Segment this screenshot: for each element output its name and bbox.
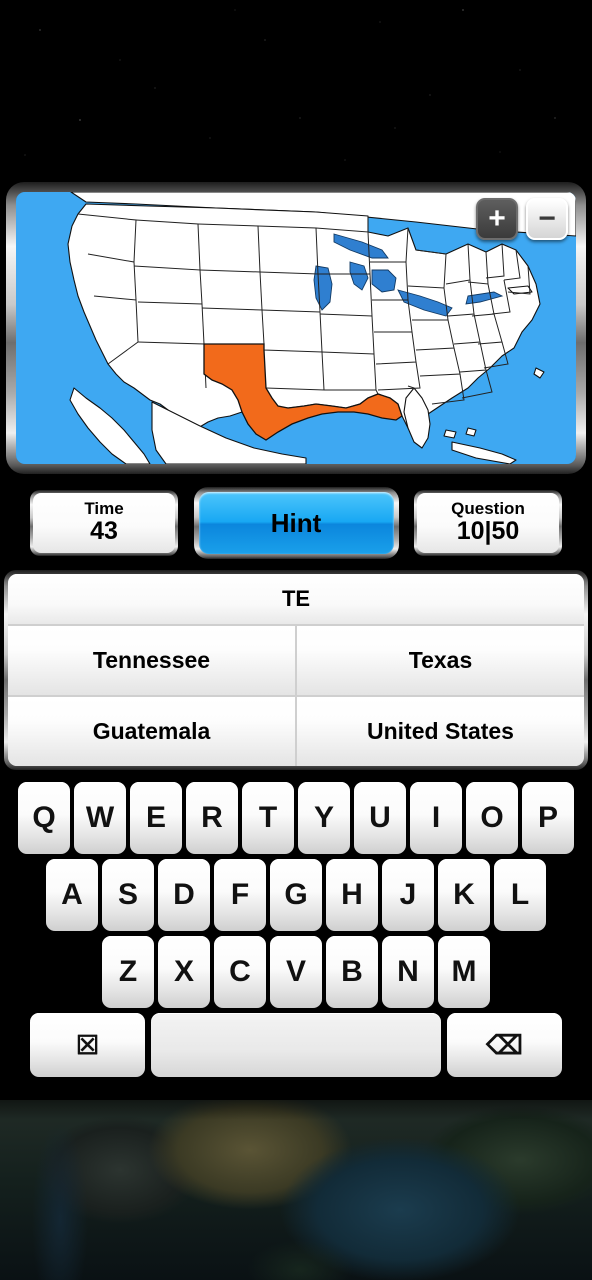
key-g[interactable]: G — [270, 859, 322, 931]
earth-background — [0, 1100, 592, 1280]
typed-answer-display[interactable]: TE — [8, 574, 584, 624]
key-h[interactable]: H — [326, 859, 378, 931]
quiz-app: + − Time 43 Hint Question 10|50 TE Tenne… — [0, 0, 592, 1280]
time-value: 43 — [90, 517, 118, 546]
on-screen-keyboard[interactable]: Q W E R T Y U I O P A S D F G H J K L Z … — [0, 782, 592, 1100]
answer-panel: TE Tennessee Texas Guatemala United Stat… — [4, 570, 588, 770]
map-zoom-controls[interactable]: + − — [476, 198, 568, 240]
space-key[interactable] — [151, 1013, 441, 1077]
keyboard-row-1: Q W E R T Y U I O P — [0, 782, 592, 854]
key-v[interactable]: V — [270, 936, 322, 1008]
key-k[interactable]: K — [438, 859, 490, 931]
key-i[interactable]: I — [410, 782, 462, 854]
key-j[interactable]: J — [382, 859, 434, 931]
answer-row-2: Guatemala United States — [8, 697, 584, 766]
keyboard-row-4: ☒ ⌫ — [0, 1013, 592, 1077]
answer-option-tennessee[interactable]: Tennessee — [8, 626, 295, 695]
key-p[interactable]: P — [522, 782, 574, 854]
key-f[interactable]: F — [214, 859, 266, 931]
keyboard-row-3: Z X C V B N M — [0, 936, 592, 1008]
question-box: Question 10|50 — [414, 490, 562, 556]
key-u[interactable]: U — [354, 782, 406, 854]
key-c[interactable]: C — [214, 936, 266, 1008]
answer-row-1: Tennessee Texas — [8, 626, 584, 695]
key-a[interactable]: A — [46, 859, 98, 931]
key-b[interactable]: B — [326, 936, 378, 1008]
key-r[interactable]: R — [186, 782, 238, 854]
key-d[interactable]: D — [158, 859, 210, 931]
key-n[interactable]: N — [382, 936, 434, 1008]
keyboard-row-2: A S D F G H J K L — [0, 859, 592, 931]
key-e[interactable]: E — [130, 782, 182, 854]
key-s[interactable]: S — [102, 859, 154, 931]
key-o[interactable]: O — [466, 782, 518, 854]
key-z[interactable]: Z — [102, 936, 154, 1008]
answer-option-united-states[interactable]: United States — [297, 697, 584, 766]
zoom-out-button[interactable]: − — [526, 198, 568, 240]
time-label: Time — [84, 499, 124, 519]
key-w[interactable]: W — [74, 782, 126, 854]
key-y[interactable]: Y — [298, 782, 350, 854]
clear-key-icon[interactable]: ☒ — [30, 1013, 145, 1077]
key-x[interactable]: X — [158, 936, 210, 1008]
map-viewport[interactable]: + − — [16, 192, 576, 464]
answer-option-texas[interactable]: Texas — [297, 626, 584, 695]
key-q[interactable]: Q — [18, 782, 70, 854]
time-box: Time 43 — [30, 490, 178, 556]
question-value: 10|50 — [456, 517, 520, 546]
status-bar: Time 43 Hint Question 10|50 — [0, 484, 592, 562]
key-m[interactable]: M — [438, 936, 490, 1008]
question-label: Question — [451, 499, 525, 519]
key-t[interactable]: T — [242, 782, 294, 854]
map-panel[interactable]: + − — [6, 182, 586, 474]
backspace-key-icon[interactable]: ⌫ — [447, 1013, 562, 1077]
hint-button[interactable]: Hint — [193, 487, 399, 559]
answer-option-guatemala[interactable]: Guatemala — [8, 697, 295, 766]
key-l[interactable]: L — [494, 859, 546, 931]
zoom-in-button[interactable]: + — [476, 198, 518, 240]
hint-button-label[interactable]: Hint — [198, 492, 394, 554]
